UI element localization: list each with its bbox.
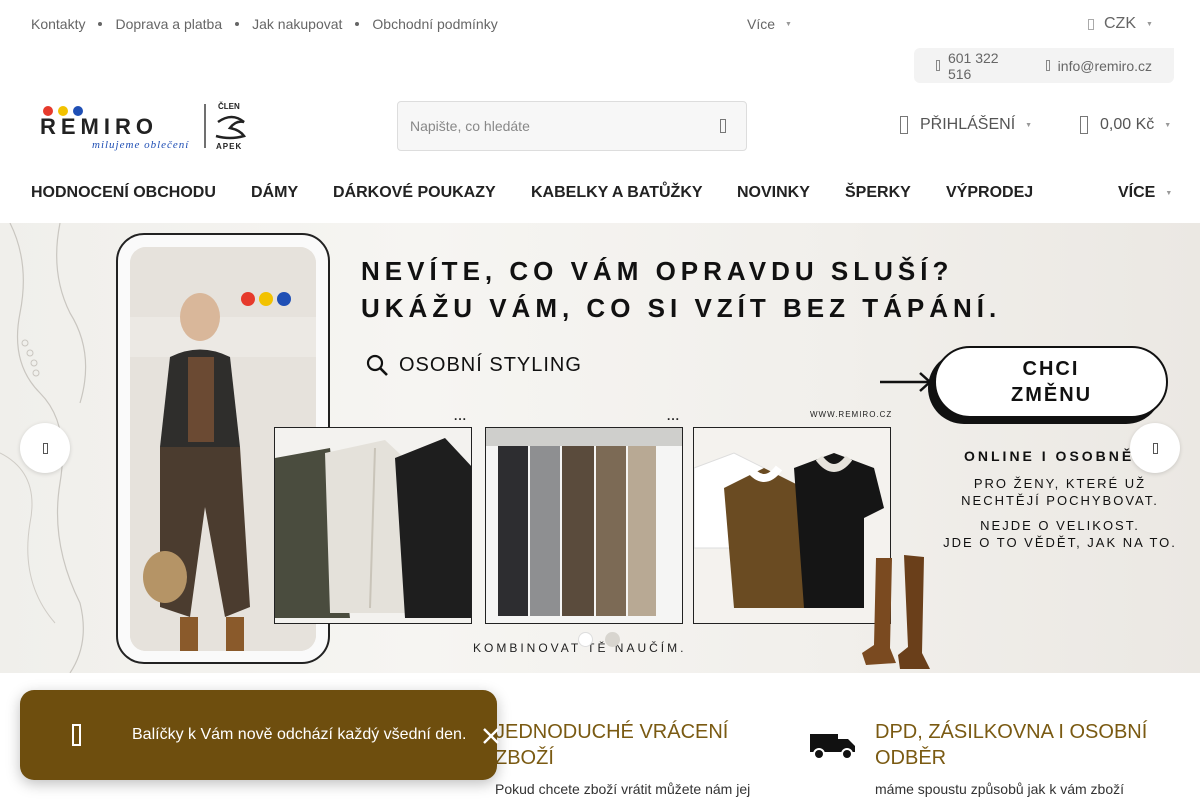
banner-url: WWW.REMIRO.CZ bbox=[810, 410, 893, 419]
close-icon[interactable] bbox=[482, 727, 500, 745]
slider-prev-button[interactable] bbox=[20, 423, 70, 473]
link-doprava-a-platba[interactable]: Doprava a platba bbox=[115, 16, 222, 32]
email-icon bbox=[1045, 60, 1050, 71]
slide-indicators bbox=[578, 632, 632, 647]
top-more-label: Více bbox=[747, 16, 776, 32]
separator-dot bbox=[235, 22, 240, 26]
chevron-right-icon bbox=[1152, 442, 1158, 454]
product-photo-trousers bbox=[485, 427, 683, 624]
cart-icon bbox=[1080, 116, 1088, 134]
benefit-text-returns: Pokud chcete zboží vrátit můžete nám jej bbox=[495, 781, 751, 797]
slider-next-button[interactable] bbox=[1130, 423, 1180, 473]
login-label: PŘIHLÁŠENÍ bbox=[920, 116, 1016, 133]
banner-heading-line1: NEVÍTE, CO VÁM OPRAVDU SLUŠÍ? bbox=[361, 256, 954, 286]
logo-member-org: APEK bbox=[216, 142, 242, 151]
banner-side-copy: PRO ŽENY, KTERÉ UŽ NECHTĚJÍ POCHYBOVAT. … bbox=[930, 475, 1190, 551]
nav-item-sperky[interactable]: ŠPERKY bbox=[845, 184, 911, 202]
arrow-right-icon bbox=[880, 372, 932, 392]
currency-label: CZK bbox=[1104, 15, 1136, 32]
logo-brand: REMIRO bbox=[40, 114, 158, 139]
link-jak-nakupovat[interactable]: Jak nakupovat bbox=[252, 16, 342, 32]
side-copy-line: PRO ŽENY, KTERÉ UŽ bbox=[973, 476, 1147, 491]
chevron-down-icon: ▼ bbox=[1025, 121, 1033, 129]
benefit-title-shipping: DPD, ZÁSILKOVNA I OSOBNÍ ODBĚR bbox=[875, 721, 1148, 769]
nav-more-label: VÍCE bbox=[1118, 184, 1156, 201]
chevron-down-icon: ▼ bbox=[785, 20, 792, 28]
top-bar: Kontakty Doprava a platba Jak nakupovat … bbox=[0, 0, 1200, 48]
nav-item-darkove-poukazy[interactable]: DÁRKOVÉ POUKAZY bbox=[333, 184, 496, 202]
banner-heading: NEVÍTE, CO VÁM OPRAVDU SLUŠÍ? UKÁŽU VÁM,… bbox=[361, 253, 1001, 327]
hero-banner[interactable]: NEVÍTE, CO VÁM OPRAVDU SLUŠÍ? UKÁŽU VÁM,… bbox=[0, 223, 1200, 673]
benefit-text-shipping: máme spoustu způsobů jak k vám zboží bbox=[875, 781, 1125, 797]
search-bar bbox=[397, 101, 747, 151]
link-kontakty[interactable]: Kontakty bbox=[31, 16, 85, 32]
chevron-down-icon: ▼ bbox=[1164, 121, 1172, 129]
nav-more-dropdown[interactable]: VÍCE ▼ bbox=[1118, 184, 1172, 202]
chevron-down-icon: ▼ bbox=[1165, 189, 1173, 197]
slide-dot-active[interactable] bbox=[578, 632, 593, 647]
nav-item-damy[interactable]: DÁMY bbox=[251, 184, 298, 202]
truck-icon bbox=[810, 734, 855, 760]
ellipsis-mark: ... bbox=[667, 409, 681, 423]
banner-heading-line2: UKÁŽU VÁM, CO SI VZÍT BEZ TÁPÁNÍ. bbox=[361, 293, 1002, 323]
nav-item-kabelky-a-batuzky[interactable]: KABELKY A BATŮŽKY bbox=[531, 184, 703, 202]
separator-dot bbox=[355, 22, 360, 26]
cart-button[interactable]: 0,00 Kč ▼ bbox=[1080, 116, 1171, 134]
apek-logo-icon bbox=[215, 115, 246, 140]
toast-message: Balíčky k Vám nově odchází každý všední … bbox=[132, 726, 467, 743]
user-icon bbox=[900, 116, 908, 134]
online-label: ONLINE I OSOBNĚ bbox=[964, 448, 1135, 464]
phone-icon bbox=[936, 60, 940, 71]
notification-toast: Balíčky k Vám nově odchází každý všední … bbox=[20, 690, 500, 780]
side-copy-line: NEJDE O VELIKOST. bbox=[980, 518, 1140, 533]
nav-item-novinky[interactable]: NOVINKY bbox=[737, 184, 810, 202]
separator-dot bbox=[98, 22, 103, 26]
styling-label: OSOBNÍ STYLING bbox=[365, 353, 582, 377]
product-photo-jackets bbox=[274, 427, 472, 624]
contact-box: 601 322 516 info@remiro.cz bbox=[914, 48, 1174, 83]
currency-selector[interactable]: CZK ▼ bbox=[1088, 15, 1153, 33]
magnifier-icon bbox=[366, 354, 388, 376]
currency-icon bbox=[1088, 18, 1094, 30]
link-obchodni-podminky[interactable]: Obchodní podmínky bbox=[372, 16, 497, 32]
contact-phone[interactable]: 601 322 516 bbox=[948, 50, 1024, 82]
side-copy-line: NECHTĚJÍ POCHYBOVAT. bbox=[961, 493, 1159, 508]
logo-member-label: ČLEN bbox=[218, 102, 240, 111]
cta-chci-zmenu-button[interactable]: CHCI ZMĚNU bbox=[934, 346, 1168, 418]
main-navigation: HODNOCENÍ OBCHODU DÁMY DÁRKOVÉ POUKAZY K… bbox=[0, 168, 1200, 222]
cta-label: CHCI ZMĚNU bbox=[1011, 358, 1093, 406]
side-copy-line: JDE O TO VĚDĚT, JAK NA TO. bbox=[943, 535, 1177, 550]
ellipsis-mark: ... bbox=[454, 409, 468, 423]
logo-tagline: milujeme oblečení bbox=[92, 139, 189, 151]
top-more-dropdown[interactable]: Více ▼ bbox=[747, 16, 792, 32]
boots-illustration bbox=[862, 555, 930, 669]
search-icon[interactable] bbox=[720, 119, 726, 133]
styling-text: OSOBNÍ STYLING bbox=[399, 353, 582, 376]
benefit-title-returns: JEDNODUCHÉ VRÁCENÍ ZBOŽÍ bbox=[495, 721, 729, 769]
login-button[interactable]: PŘIHLÁŠENÍ ▼ bbox=[900, 116, 1032, 134]
search-input[interactable] bbox=[398, 102, 688, 150]
nav-item-vyprodej[interactable]: VÝPRODEJ bbox=[946, 184, 1033, 202]
chevron-down-icon: ▼ bbox=[1146, 20, 1153, 28]
cart-total: 0,00 Kč bbox=[1100, 116, 1155, 133]
bell-icon bbox=[72, 724, 81, 746]
slide-dot[interactable] bbox=[605, 632, 620, 647]
chevron-left-icon bbox=[42, 442, 48, 454]
contact-email[interactable]: info@remiro.cz bbox=[1058, 58, 1152, 74]
top-links: Kontakty Doprava a platba Jak nakupovat … bbox=[31, 16, 498, 32]
site-logo[interactable]: REMIRO milujeme oblečení ČLEN APEK bbox=[40, 100, 250, 152]
nav-item-hodnoceni-obchodu[interactable]: HODNOCENÍ OBCHODU bbox=[31, 184, 216, 202]
